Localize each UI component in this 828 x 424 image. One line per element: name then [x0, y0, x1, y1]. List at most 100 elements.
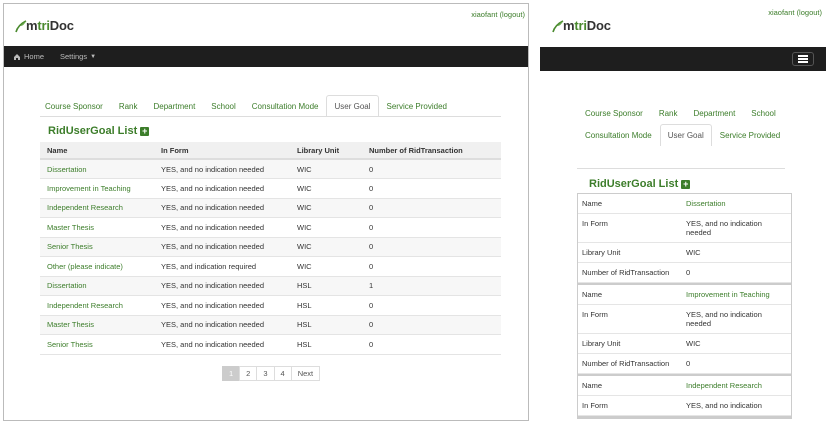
cell-library-unit: HSL: [290, 276, 362, 296]
card-name-link[interactable]: Improvement in Teaching: [686, 290, 770, 299]
table-row: Independent Research YES, and no indicati…: [40, 198, 501, 218]
tab-service-provided[interactable]: Service Provided: [379, 95, 455, 116]
cell-in-form: YES, and no indication needed: [154, 237, 290, 257]
row-name-link[interactable]: Other (please indicate): [47, 262, 123, 271]
page-1[interactable]: 1: [222, 366, 241, 381]
cell-count: 0: [362, 217, 501, 238]
cell-in-form: YES, and no indication needed: [154, 178, 290, 199]
mobile-navbar: [540, 47, 826, 71]
card-field-label: Name: [582, 199, 603, 208]
cell-count: 0: [362, 295, 501, 316]
cell-in-form: YES, and no indication needed: [154, 217, 290, 238]
cell-name: Improvement in Teaching: [40, 178, 154, 199]
row-name-link[interactable]: Master Thesis: [47, 223, 94, 232]
cell-library-unit: WIC: [290, 237, 362, 257]
mobile-card: Name Independent Research In Form YES, and …: [578, 376, 791, 418]
mobile-card: Name Dissertation In Form YES, and no indic…: [578, 194, 791, 285]
cell-name: Master Thesis: [40, 217, 154, 238]
tab-department[interactable]: Department: [146, 95, 204, 116]
mobile-tab-consultation-mode[interactable]: Consultation Mode: [577, 124, 660, 146]
row-name-link[interactable]: Senior Thesis: [47, 340, 93, 349]
col-name[interactable]: Name: [40, 142, 154, 160]
mobile-tab-school[interactable]: School: [743, 102, 783, 124]
col-library-unit[interactable]: Library Unit: [290, 142, 362, 160]
cell-library-unit: HSL: [290, 315, 362, 335]
list-title: RidUserGoal List +: [48, 125, 150, 137]
card-field-value: Independent Research: [686, 381, 786, 390]
row-name-link[interactable]: Dissertation: [47, 165, 87, 174]
tab-course-sponsor[interactable]: Course Sponsor: [37, 95, 111, 116]
table-row: Other (please indicate) YES, and indicati…: [40, 256, 501, 277]
cell-count: 0: [362, 198, 501, 218]
user-bar: xiaofant (logout): [471, 10, 525, 19]
logo-text: mtriDoc: [26, 18, 74, 33]
col-count[interactable]: Number of RidTransaction: [362, 142, 501, 160]
card-field-value: YES, and no indication: [686, 401, 762, 410]
nav-home[interactable]: Home: [13, 46, 44, 67]
mobile-tab-course-sponsor[interactable]: Course Sponsor: [577, 102, 651, 124]
row-name-link[interactable]: Senior Thesis: [47, 242, 93, 251]
mobile-logout-link[interactable]: (logout): [797, 8, 822, 17]
tab-divider: [40, 116, 501, 117]
nav-settings[interactable]: Settings ▼: [60, 46, 96, 67]
mobile-username-link[interactable]: xiaofant: [768, 8, 794, 17]
cell-count: 0: [362, 159, 501, 179]
desktop-view: xiaofant (logout) mtriDoc Home Settings …: [3, 3, 529, 421]
nav-home-label: Home: [24, 52, 45, 61]
next-page-button[interactable]: Next: [290, 366, 321, 381]
cell-count: 0: [362, 237, 501, 257]
mobile-tab-rank[interactable]: Rank: [651, 102, 686, 124]
tab-consultation-mode[interactable]: Consultation Mode: [244, 95, 327, 116]
table-row: Senior Thesis YES, and no indication need…: [40, 334, 501, 355]
card-field-value: 0: [686, 268, 691, 277]
col-in-form[interactable]: In Form: [154, 142, 290, 160]
tab-school[interactable]: School: [203, 95, 243, 116]
mobile-card-list: Name Dissertation In Form YES, and no indic…: [577, 193, 792, 419]
username-link[interactable]: xiaofant: [471, 10, 497, 19]
app-logo[interactable]: mtriDoc: [14, 18, 74, 33]
row-name-link[interactable]: Independent Research: [47, 301, 123, 310]
card-field-in-form: In Form YES, and no indication: [578, 396, 791, 416]
card-field-label: In Form: [582, 310, 608, 319]
cell-count: 0: [362, 315, 501, 335]
page-4[interactable]: 4: [273, 366, 292, 381]
mobile-view: xiaofant (logout) mtriDoc Course Sponsor…: [540, 3, 826, 424]
cell-name: Dissertation: [40, 159, 154, 179]
card-field-value: WIC: [686, 339, 701, 348]
cell-name: Dissertation: [40, 276, 154, 296]
row-name-link[interactable]: Independent Research: [47, 203, 123, 212]
add-icon[interactable]: +: [140, 126, 150, 136]
mobile-add-icon[interactable]: +: [681, 179, 691, 189]
card-field-name: Name Independent Research: [578, 376, 791, 396]
card-field-label: Library Unit: [582, 339, 621, 348]
mobile-tab-department[interactable]: Department: [686, 102, 744, 124]
card-field-value: Dissertation: [686, 199, 786, 208]
card-field-in-form: In Form YES, and no indication needed: [578, 305, 791, 334]
cell-in-form: YES, and no indication needed: [154, 295, 290, 316]
mobile-tab-user-goal[interactable]: User Goal: [659, 124, 712, 146]
logout-link[interactable]: (logout): [500, 10, 525, 19]
cell-library-unit: WIC: [290, 159, 362, 179]
nav-settings-label: Settings: [60, 52, 88, 61]
cell-library-unit: WIC: [290, 198, 362, 218]
page-2[interactable]: 2: [239, 366, 258, 381]
card-name-link[interactable]: Independent Research: [686, 381, 762, 390]
mobile-tab-service-provided[interactable]: Service Provided: [712, 124, 788, 146]
list-title-text: RidUserGoal List: [48, 125, 138, 137]
mobile-app-logo[interactable]: mtriDoc: [551, 18, 611, 33]
home-icon: [14, 53, 20, 60]
card-name-link[interactable]: Dissertation: [686, 199, 726, 208]
page-3[interactable]: 3: [256, 366, 275, 381]
card-field-name: Name Dissertation: [578, 194, 791, 214]
menu-toggle-icon[interactable]: [792, 52, 814, 66]
table-row: Master Thesis YES, and no indication need…: [40, 217, 501, 238]
row-name-link[interactable]: Master Thesis: [47, 320, 94, 329]
tab-rank[interactable]: Rank: [111, 95, 146, 116]
tab-user-goal[interactable]: User Goal: [326, 95, 379, 116]
cell-library-unit: HSL: [290, 334, 362, 355]
row-name-link[interactable]: Improvement in Teaching: [47, 184, 131, 193]
card-field-label: In Form: [582, 219, 608, 228]
row-name-link[interactable]: Dissertation: [47, 281, 87, 290]
card-field-library-unit: Library Unit WIC: [578, 334, 791, 354]
cell-count: 0: [362, 334, 501, 355]
